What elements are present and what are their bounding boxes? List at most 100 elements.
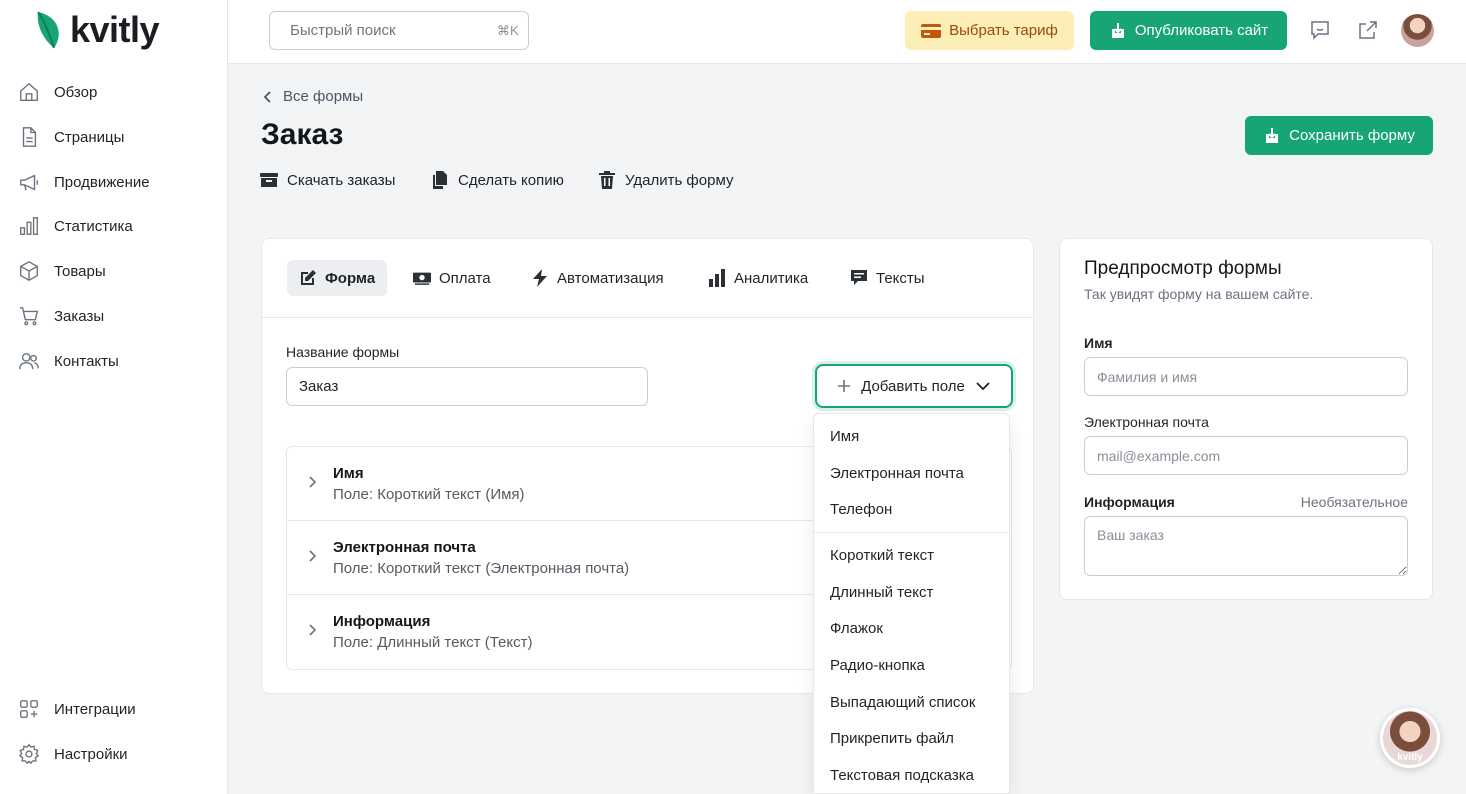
sidebar-item-settings[interactable]: Настройки [18, 742, 128, 766]
sidebar-item-integrations[interactable]: Интеграции [18, 697, 136, 721]
preview-email-input[interactable] [1084, 436, 1408, 475]
sidebar-item-overview[interactable]: Обзор [18, 80, 97, 104]
sidebar-item-label: Интеграции [54, 700, 136, 718]
dropdown-item-long-text[interactable]: Длинный текст [830, 584, 933, 601]
form-name-input[interactable] [286, 367, 648, 406]
save-form-label: Сохранить форму [1289, 127, 1415, 144]
preview-name-input[interactable] [1084, 357, 1408, 396]
copy-form-button[interactable]: Сделать копию [431, 171, 564, 189]
dropdown-item-checkbox[interactable]: Флажок [830, 620, 883, 637]
preview-name-label: Имя [1084, 335, 1113, 351]
preview-info-label: Информация [1084, 494, 1175, 510]
add-field-button[interactable]: Добавить поле [815, 364, 1013, 408]
tabs: Форма Оплата Автоматизация Аналитика Тек… [262, 239, 1033, 318]
tab-label: Оплата [439, 269, 491, 287]
box-icon [20, 261, 38, 281]
credit-card-icon [921, 23, 942, 38]
field-subtitle: Поле: Короткий текст (Имя) [333, 486, 525, 503]
publish-site-button[interactable]: Опубликовать сайт [1090, 11, 1287, 50]
chevron-right-icon [305, 475, 319, 489]
save-icon [1266, 127, 1279, 143]
topbar: ⌘K Выбрать тариф Опубликовать сайт [228, 0, 1466, 64]
choose-tariff-button[interactable]: Выбрать тариф [905, 11, 1074, 50]
publish-site-label: Опубликовать сайт [1134, 22, 1269, 39]
avatar[interactable] [1401, 14, 1434, 47]
home-icon [20, 82, 38, 101]
tab-label: Форма [325, 269, 376, 287]
sidebar-item-contacts[interactable]: Контакты [18, 349, 119, 373]
search-box[interactable]: ⌘K [269, 11, 529, 50]
publish-icon [1111, 22, 1124, 38]
dropdown-item-radio[interactable]: Радио-кнопка [830, 657, 925, 674]
sidebar-item-label: Товары [54, 262, 106, 280]
search-input[interactable] [290, 22, 489, 39]
preview-optional-hint: Необязательное [1300, 494, 1408, 510]
sidebar-item-label: Статистика [54, 217, 133, 235]
field-subtitle: Поле: Длинный текст (Текст) [333, 634, 533, 651]
lightning-icon [533, 269, 547, 287]
sidebar-item-statistics[interactable]: Статистика [18, 214, 133, 238]
download-orders-button[interactable]: Скачать заказы [260, 171, 395, 189]
sidebar-item-pages[interactable]: Страницы [18, 125, 124, 149]
tab-automation[interactable]: Автоматизация [519, 260, 676, 296]
chat-icon [1311, 21, 1329, 40]
form-name-label: Название формы [286, 344, 400, 360]
copy-form-label: Сделать копию [458, 171, 564, 189]
leaf-logo-icon [37, 11, 59, 49]
page-title: Заказ [261, 118, 344, 151]
tab-form[interactable]: Форма [287, 260, 388, 296]
sidebar-item-products[interactable]: Товары [18, 259, 106, 283]
sidebar-item-promotion[interactable]: Продвижение [18, 170, 150, 194]
tab-analytics[interactable]: Аналитика [696, 260, 820, 296]
chevron-right-icon [305, 549, 319, 563]
chevron-left-icon [263, 90, 271, 103]
tab-payment[interactable]: Оплата [401, 260, 503, 296]
logo[interactable]: kvitly [36, 8, 160, 52]
dropdown-item-hint[interactable]: Текстовая подсказка [830, 767, 974, 784]
sidebar-item-label: Заказы [54, 307, 105, 325]
logo-text: kvitly [70, 9, 160, 50]
support-label: kvitly [1397, 752, 1423, 763]
dropdown-item-file[interactable]: Прикрепить файл [830, 730, 954, 747]
feedback-button[interactable] [1308, 18, 1332, 42]
save-form-button[interactable]: Сохранить форму [1245, 116, 1433, 155]
cart-icon [19, 307, 39, 326]
dropdown-item-select[interactable]: Выпадающий список [830, 694, 975, 711]
copy-icon [433, 171, 447, 189]
sidebar-item-label: Продвижение [54, 173, 150, 191]
preview-info-textarea[interactable] [1084, 516, 1408, 576]
plus-icon [838, 380, 851, 392]
open-site-button[interactable] [1356, 18, 1380, 42]
tab-label: Тексты [876, 269, 925, 287]
back-link[interactable]: Все формы [263, 88, 363, 105]
sidebar-item-label: Настройки [54, 745, 128, 763]
external-link-icon [1359, 21, 1377, 39]
users-icon [19, 352, 39, 370]
chart-icon [20, 217, 38, 235]
preview-email-label: Электронная почта [1084, 414, 1209, 430]
sidebar: kvitly Обзор Страницы Продвижение Статис… [0, 0, 228, 794]
bar-chart-icon [709, 269, 725, 287]
dropdown-item-name[interactable]: Имя [830, 428, 859, 445]
message-icon [851, 270, 867, 285]
download-orders-label: Скачать заказы [287, 171, 396, 189]
search-shortcut: ⌘K [497, 22, 519, 38]
support-chat-button[interactable]: kvitly [1380, 708, 1440, 768]
dropdown-item-phone[interactable]: Телефон [830, 501, 892, 518]
back-link-label: Все формы [283, 88, 364, 105]
add-field-dropdown: Имя Электронная почта Телефон Короткий т… [813, 413, 1010, 794]
form-preview-card: Предпросмотр формы Так увидят форму на в… [1059, 238, 1433, 600]
dropdown-item-short-text[interactable]: Короткий текст [830, 547, 934, 564]
sidebar-item-orders[interactable]: Заказы [18, 304, 104, 328]
choose-tariff-label: Выбрать тариф [949, 22, 1058, 39]
megaphone-icon [20, 174, 38, 191]
preview-subtitle: Так увидят форму на вашем сайте. [1084, 286, 1314, 302]
delete-form-button[interactable]: Удалить форму [598, 171, 733, 189]
dropdown-item-email[interactable]: Электронная почта [830, 465, 964, 482]
tab-texts[interactable]: Тексты [838, 260, 937, 296]
sidebar-item-label: Контакты [54, 352, 119, 370]
sidebar-item-label: Страницы [54, 128, 125, 146]
field-title: Имя [333, 465, 364, 482]
sidebar-item-label: Обзор [54, 83, 98, 101]
field-title: Информация [333, 613, 431, 630]
